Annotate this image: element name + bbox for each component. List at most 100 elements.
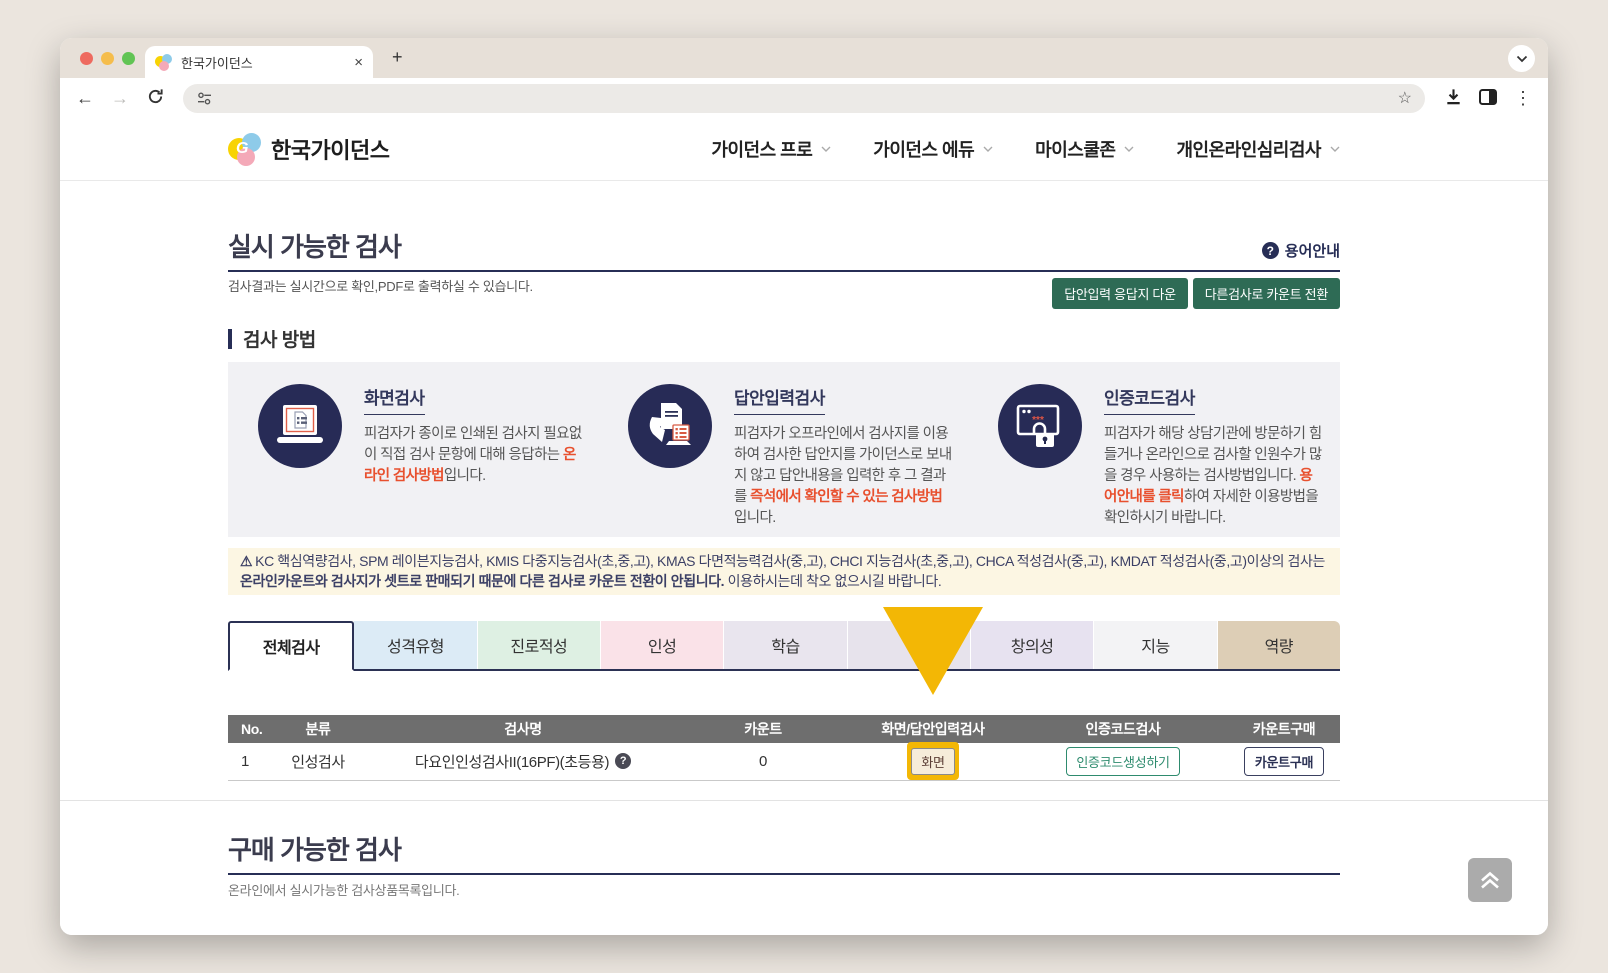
method-title[interactable]: 답안입력검사 bbox=[734, 384, 825, 415]
answer-input-test-icon bbox=[628, 384, 712, 468]
reload-icon bbox=[148, 89, 163, 104]
tab-character[interactable]: 인성 bbox=[600, 620, 725, 669]
row-count: 0 bbox=[759, 752, 767, 770]
address-bar[interactable]: ☆ bbox=[183, 83, 1425, 113]
method-title[interactable]: 화면검사 bbox=[364, 384, 425, 415]
nav-item-guidance-edu[interactable]: 가이던스 에듀 bbox=[873, 136, 993, 162]
count-transfer-button[interactable]: 다른검사로 카운트 전환 bbox=[1192, 278, 1340, 309]
title-divider bbox=[228, 270, 1340, 272]
back-button[interactable]: ← bbox=[74, 89, 96, 107]
purchase-count-button[interactable]: 카운트구매 bbox=[1243, 746, 1325, 776]
tests-table: No. 분류 검사명 카운트 화면/답안입력검사 인증코드검사 카운트구매 1 … bbox=[228, 714, 1340, 781]
method-title[interactable]: 인증코드검사 bbox=[1104, 384, 1195, 415]
row-authcode-cell: 인증코드생성하기 bbox=[1018, 746, 1228, 776]
table-header-row: No. 분류 검사명 카운트 화면/답안입력검사 인증코드검사 카운트구매 bbox=[228, 714, 1340, 743]
help-label: 용어안내 bbox=[1284, 243, 1340, 260]
nav-item-myschoolzone[interactable]: 마이스쿨존 bbox=[1035, 136, 1134, 162]
nav-label: 마이스쿨존 bbox=[1035, 140, 1116, 160]
col-header-category: 분류 bbox=[305, 720, 331, 737]
row-screen-cell: 화면 bbox=[848, 742, 1018, 781]
chevron-down-icon bbox=[821, 146, 831, 152]
browser-window: 한국가이던스 × + ← → ☆ ⋮ G 한국가이던스 가이던스 프로 가이던스… bbox=[60, 38, 1548, 935]
browser-menu-button[interactable]: ⋮ bbox=[1512, 89, 1534, 107]
chevron-down-icon bbox=[1516, 55, 1527, 62]
tab-career-aptitude[interactable]: 진로적성 bbox=[477, 620, 601, 669]
col-header-screen-answer: 화면/답안입력검사 bbox=[881, 720, 985, 737]
warning-icon: ⚠ bbox=[240, 553, 253, 569]
site-header: G 한국가이던스 가이던스 프로 가이던스 에듀 마이스쿨존 개인온라인심리검사 bbox=[60, 118, 1548, 181]
new-tab-button[interactable]: + bbox=[392, 47, 403, 68]
method-description: 피검자가 종이로 인쇄된 검사지 필요없이 직접 검사 문항에 대해 응답하는 … bbox=[364, 426, 582, 485]
col-header-count: 카운트 bbox=[744, 720, 782, 737]
forward-button[interactable]: → bbox=[109, 89, 131, 107]
chevron-down-icon bbox=[1330, 146, 1340, 152]
side-panel-button[interactable] bbox=[1477, 88, 1499, 108]
tab-search-button[interactable] bbox=[1508, 45, 1535, 72]
test-info-icon[interactable]: ? bbox=[615, 753, 632, 770]
chevron-down-icon bbox=[983, 146, 993, 152]
reload-button[interactable] bbox=[144, 88, 166, 108]
col-header-purchase: 카운트구매 bbox=[1252, 720, 1316, 737]
tab-intelligence[interactable]: 지능 bbox=[1094, 620, 1218, 669]
browser-toolbar: ← → ☆ ⋮ bbox=[60, 78, 1548, 118]
downloads-button[interactable] bbox=[1442, 87, 1464, 109]
glossary-help-link[interactable]: ? 용어안내 bbox=[1261, 240, 1340, 264]
tab-close-icon[interactable]: × bbox=[354, 55, 363, 70]
logo-icon: G bbox=[228, 132, 263, 166]
annotation-arrow-down bbox=[883, 607, 983, 695]
main-navigation: 가이던스 프로 가이던스 에듀 마이스쿨존 개인온라인심리검사 bbox=[711, 136, 1340, 162]
category-tabs: 전체검사 성격유형 진로적성 인성 학습 창의성 지능 역량 bbox=[228, 620, 1340, 671]
method-card-answer-input-test: 답안입력검사 피검자가 오프라인에서 검사지를 이용하여 검사한 답안지를 가이… bbox=[598, 362, 968, 537]
scroll-to-top-button[interactable] bbox=[1468, 858, 1512, 902]
zoom-window-button[interactable] bbox=[122, 52, 135, 65]
bookmark-star-icon[interactable]: ☆ bbox=[1398, 88, 1412, 108]
col-header-no: No. bbox=[241, 720, 263, 737]
notice-text: KC 핵심역량검사, SPM 레이븐지능검사, KMIS 다중지능검사(초,중,… bbox=[255, 553, 1325, 569]
col-header-authcode: 인증코드검사 bbox=[1085, 720, 1161, 737]
browser-tab[interactable]: 한국가이던스 × bbox=[145, 46, 373, 78]
purchasable-section-title: 구매 가능한 검사 bbox=[228, 834, 402, 865]
site-settings-icon[interactable] bbox=[196, 91, 213, 106]
nav-label: 가이던스 에듀 bbox=[873, 140, 975, 160]
row-test-name: 다요인인성검사II(16PF)(초등용) bbox=[414, 753, 610, 771]
notice-banner: ⚠ KC 핵심역량검사, SPM 레이븐지능검사, KMIS 다중지능검사(초,중… bbox=[228, 548, 1340, 595]
col-header-test-name: 검사명 bbox=[504, 720, 542, 737]
browser-tabstrip: 한국가이던스 × + bbox=[60, 38, 1548, 78]
row-purchase-cell: 카운트구매 bbox=[1228, 746, 1340, 776]
notice-text: 이용하시는데 착오 없으시길 바랍니다. bbox=[724, 573, 942, 590]
row-no: 1 bbox=[241, 752, 249, 770]
method-description: 피검자가 오프라인에서 검사지를 이용하여 검사한 답안지를 가이던스로 보내지… bbox=[734, 426, 952, 527]
screen-test-icon bbox=[258, 384, 342, 468]
nav-label: 가이던스 프로 bbox=[711, 140, 813, 160]
page-subtitle: 검사결과는 실시간으로 확인,PDF로 출력하실 수 있습니다. bbox=[228, 279, 533, 294]
side-panel-icon bbox=[1479, 88, 1497, 105]
tab-creativity[interactable]: 창의성 bbox=[970, 620, 1095, 669]
tab-learning[interactable]: 학습 bbox=[724, 620, 848, 669]
method-card-authcode-test: *** 인증코드검사 피검자가 해당 상담기관에 방문하기 힘들거나 온라인으로… bbox=[968, 362, 1338, 537]
minimize-window-button[interactable] bbox=[101, 52, 114, 65]
tab-competency[interactable]: 역량 bbox=[1217, 620, 1340, 669]
tab-all-tests[interactable]: 전체검사 bbox=[228, 620, 355, 671]
nav-label: 개인온라인심리검사 bbox=[1176, 140, 1321, 160]
section-heading: 검사 방법 bbox=[243, 330, 316, 351]
section-accent-bar bbox=[228, 328, 232, 349]
nav-item-online-psych-test[interactable]: 개인온라인심리검사 bbox=[1176, 136, 1340, 162]
site-logo[interactable]: G 한국가이던스 bbox=[228, 132, 390, 166]
row-test-name-cell: 다요인인성검사II(16PF)(초등용) ? bbox=[368, 751, 678, 772]
purchasable-section-subtitle: 온라인에서 실시가능한 검사상품목록입니다. bbox=[228, 882, 460, 898]
tab-personality-type[interactable]: 성격유형 bbox=[354, 620, 478, 669]
double-chevron-up-icon bbox=[1481, 871, 1499, 888]
screen-test-button[interactable]: 화면 bbox=[911, 747, 955, 775]
table-row: 1 인성검사 다요인인성검사II(16PF)(초등용) ? 0 화면 인증코드생… bbox=[228, 742, 1340, 781]
logo-text: 한국가이던스 bbox=[271, 138, 390, 163]
close-window-button[interactable] bbox=[80, 52, 93, 65]
question-circle-icon: ? bbox=[1261, 242, 1279, 259]
answer-sheet-download-button[interactable]: 답안입력 응답지 다운 bbox=[1052, 278, 1188, 309]
test-methods-panel: 화면검사 피검자가 종이로 인쇄된 검사지 필요없이 직접 검사 문항에 대해 … bbox=[228, 362, 1340, 537]
method-description: 피검자가 해당 상담기관에 방문하기 힘들거나 온라인으로 검사할 인원수가 많… bbox=[1104, 426, 1322, 527]
window-controls bbox=[80, 52, 135, 65]
page-title: 실시 가능한 검사 bbox=[228, 232, 402, 262]
row-category: 인성검사 bbox=[291, 753, 345, 771]
nav-item-guidance-pro[interactable]: 가이던스 프로 bbox=[711, 136, 831, 162]
generate-authcode-button[interactable]: 인증코드생성하기 bbox=[1066, 746, 1180, 776]
